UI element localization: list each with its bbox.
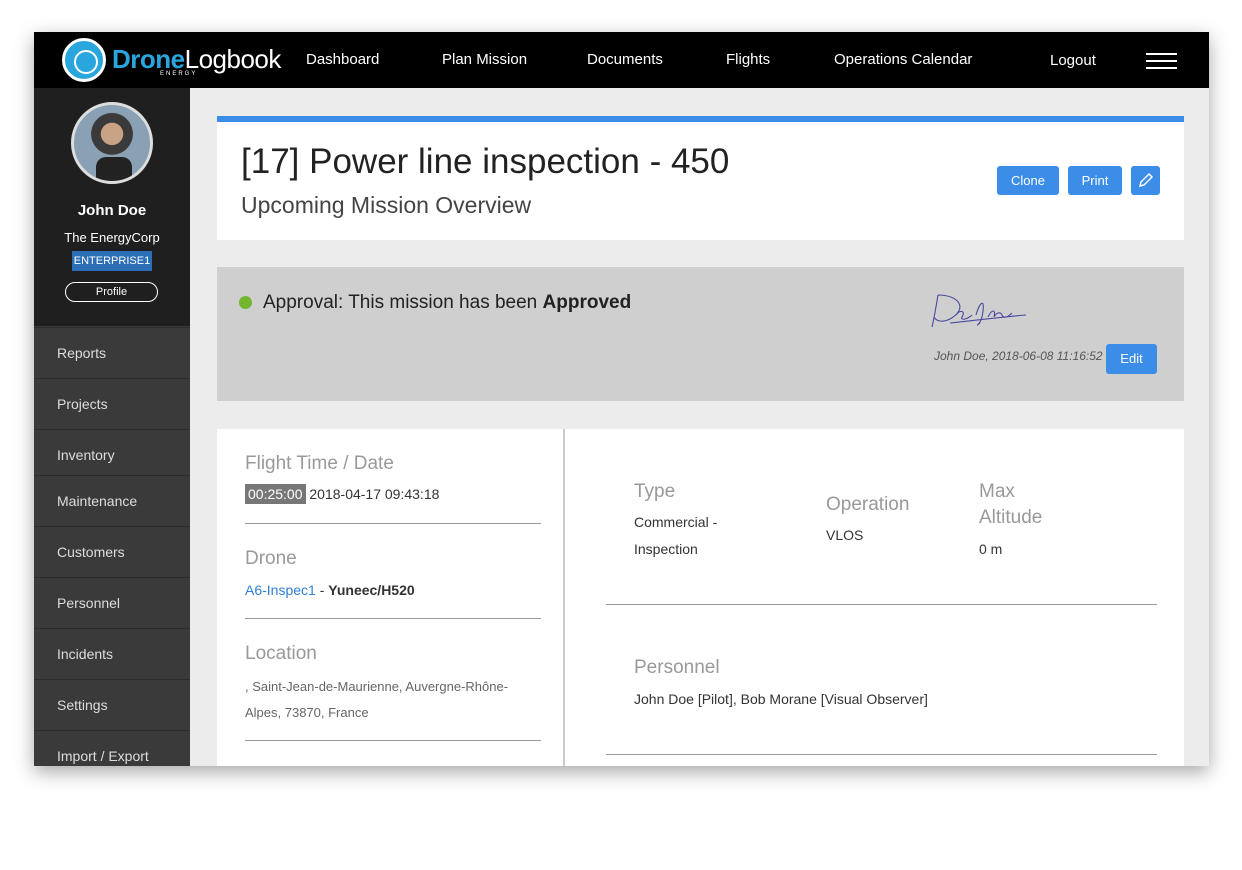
- sidebar-item-reports[interactable]: Reports: [34, 327, 190, 377]
- divider: [606, 604, 1157, 605]
- sidebar-item-incidents[interactable]: Incidents: [34, 628, 190, 678]
- drone-separator: -: [315, 582, 329, 598]
- divider: [245, 618, 541, 619]
- personnel-value: John Doe [Pilot], Bob Morane [Visual Obs…: [634, 691, 928, 707]
- approval-message: Approval: This mission has been Approved: [263, 292, 631, 314]
- approval-meta: John Doe, 2018-06-08 11:16:52: [934, 349, 1103, 363]
- app-window: DroneLogbook ENERGY Dashboard Plan Missi…: [34, 32, 1209, 766]
- sidebar-item-settings[interactable]: Settings: [34, 679, 190, 729]
- nav-dashboard[interactable]: Dashboard: [306, 51, 379, 68]
- column-divider: [563, 429, 565, 766]
- flight-datetime: 2018-04-17 09:43:18: [309, 486, 440, 502]
- location-line-1: , Saint-Jean-de-Maurienne, Auvergne-Rhôn…: [245, 679, 509, 694]
- max-altitude-value: 0 m: [979, 541, 1003, 557]
- sidebar: John Doe The EnergyCorp ENTERPRISE1 Prof…: [34, 88, 190, 766]
- divider: [245, 740, 541, 741]
- sidebar-item-customers[interactable]: Customers: [34, 526, 190, 576]
- nav-documents[interactable]: Documents: [587, 51, 663, 68]
- operation-value: VLOS: [826, 527, 864, 543]
- sidebar-item-projects[interactable]: Projects: [34, 378, 190, 428]
- nav-flights[interactable]: Flights: [726, 51, 770, 68]
- divider: [245, 523, 541, 524]
- plan-badge: ENTERPRISE1: [72, 251, 152, 271]
- approval-prefix: Approval: This mission has been: [263, 292, 543, 313]
- personnel-label: Personnel: [634, 657, 720, 678]
- signature-image: [931, 294, 1027, 328]
- profile-button[interactable]: Profile: [65, 282, 158, 302]
- print-button[interactable]: Print: [1068, 166, 1122, 195]
- type-label: Type: [634, 481, 676, 502]
- clone-button[interactable]: Clone: [997, 166, 1059, 195]
- approval-panel: Approval: This mission has been Approved…: [217, 267, 1184, 401]
- logo-drone-text: Drone: [112, 44, 185, 74]
- operation-label: Operation: [826, 494, 910, 515]
- mission-header-card: [17] Power line inspection - 450 Upcomin…: [217, 116, 1184, 240]
- avatar[interactable]: [71, 102, 153, 184]
- sidebar-item-maintenance[interactable]: Maintenance: [34, 475, 190, 525]
- user-profile-panel: John Doe The EnergyCorp ENTERPRISE1 Prof…: [34, 88, 190, 326]
- edit-mission-button[interactable]: [1131, 166, 1160, 195]
- type-line-2: Inspection: [634, 541, 698, 557]
- flight-duration-badge: 00:25:00: [245, 484, 306, 504]
- logo-logbook-text: Logbook: [184, 44, 282, 74]
- type-line-1: Commercial -: [634, 514, 718, 530]
- nav-plan-mission[interactable]: Plan Mission: [442, 51, 527, 68]
- flight-time-label: Flight Time / Date: [245, 453, 394, 474]
- drone-model: Yuneec/H520: [328, 582, 415, 598]
- page-subtitle: Upcoming Mission Overview: [241, 192, 532, 218]
- user-organization: The EnergyCorp: [64, 230, 160, 245]
- logo-subtext: ENERGY: [160, 71, 198, 77]
- flight-time-value: 00:25:00 2018-04-17 09:43:18: [245, 484, 439, 504]
- location-line-2: Alpes, 73870, France: [245, 705, 369, 720]
- drone-value: A6-Inspec1 - Yuneec/H520: [245, 582, 415, 598]
- approval-status: Approved: [542, 292, 632, 313]
- user-name: John Doe: [77, 202, 147, 219]
- page-title: [17] Power line inspection - 450: [241, 142, 730, 181]
- drone-id-link[interactable]: A6-Inspec1: [245, 582, 316, 598]
- edit-approval-button[interactable]: Edit: [1106, 344, 1157, 374]
- top-navbar: DroneLogbook ENERGY Dashboard Plan Missi…: [34, 32, 1209, 88]
- max-altitude-label-2: Altitude: [979, 507, 1043, 528]
- divider: [606, 754, 1157, 755]
- menu-icon[interactable]: [1146, 53, 1177, 69]
- nav-logout[interactable]: Logout: [1050, 52, 1096, 69]
- pencil-icon: [1138, 172, 1154, 188]
- location-label: Location: [245, 643, 317, 664]
- drone-label: Drone: [245, 548, 297, 569]
- sidebar-item-inventory[interactable]: Inventory: [34, 429, 190, 479]
- max-altitude-label-1: Max: [979, 481, 1015, 502]
- sidebar-item-import-export[interactable]: Import / Export: [34, 730, 190, 766]
- drone-logo-icon: [62, 38, 106, 82]
- sidebar-item-personnel[interactable]: Personnel: [34, 577, 190, 627]
- mission-details-card: Flight Time / Date 00:25:00 2018-04-17 0…: [217, 429, 1184, 766]
- status-dot-icon: [239, 296, 252, 309]
- nav-operations-calendar[interactable]: Operations Calendar: [834, 51, 972, 68]
- dronelogbook-logo[interactable]: DroneLogbook ENERGY: [62, 37, 292, 83]
